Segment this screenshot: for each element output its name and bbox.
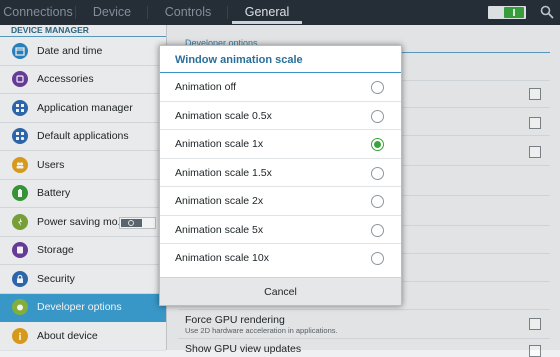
sidebar-item-label: Developer options xyxy=(37,301,122,314)
calendar-icon xyxy=(12,42,28,59)
sidebar-item-label: Storage xyxy=(37,244,74,257)
radio-unselected[interactable] xyxy=(371,81,384,94)
sidebar-item-label: Battery xyxy=(37,187,71,200)
animation-option[interactable]: Animation scale 0.5x xyxy=(160,102,401,130)
sidebar-item-label: Security xyxy=(37,272,75,285)
row-divider xyxy=(178,338,550,339)
accessories-icon xyxy=(12,71,28,88)
sidebar-item-label: About device xyxy=(37,329,98,342)
toggle-knob xyxy=(504,7,524,18)
sidebar-item-label: Power saving mo.. xyxy=(37,215,124,228)
sidebar-item-power-saving-mo[interactable]: Power saving mo.. xyxy=(0,208,166,237)
sidebar-item-users[interactable]: Users xyxy=(0,151,166,180)
option-label: Animation scale 10x xyxy=(175,252,269,264)
animation-option[interactable]: Animation scale 5x xyxy=(160,216,401,244)
animation-option[interactable]: Animation scale 10x xyxy=(160,244,401,273)
sidebar-item-storage[interactable]: Storage xyxy=(0,237,166,265)
sidebar-item-accessories[interactable]: Accessories xyxy=(0,66,166,94)
info-icon xyxy=(12,327,28,344)
sidebar-item-label: Date and time xyxy=(37,44,103,57)
toggle-knob xyxy=(121,219,142,227)
sidebar-item-label: Default applications xyxy=(37,130,129,143)
animation-option[interactable]: Animation off xyxy=(160,73,401,102)
option-label: Animation scale 5x xyxy=(175,223,264,236)
dialog-title: Window animation scale xyxy=(160,46,401,73)
tab-label: Controls xyxy=(164,5,212,19)
active-tab-indicator xyxy=(232,21,302,24)
tab-connections[interactable]: Connections xyxy=(0,0,76,25)
tab-label: General xyxy=(244,5,290,19)
option-checkbox[interactable] xyxy=(529,88,541,100)
show-gpu-updates-title: Show GPU view updates xyxy=(185,343,302,355)
sidebar-item-developer-options[interactable]: Developer options xyxy=(0,293,166,322)
tab-general[interactable]: General xyxy=(228,0,306,25)
force-gpu-title: Force GPU rendering xyxy=(185,314,285,326)
master-toggle[interactable] xyxy=(488,6,526,19)
top-tab-bar: Connections Device Controls General xyxy=(0,0,560,25)
sidebar-item-label: Application manager xyxy=(37,101,133,114)
option-label: Animation off xyxy=(175,81,237,93)
sidebar-header: DEVICE MANAGER xyxy=(0,25,166,37)
option-list: Animation off Animation scale 0.5x Animati… xyxy=(160,73,401,273)
radio-unselected[interactable] xyxy=(371,252,384,265)
tab-label: Connections xyxy=(3,5,73,19)
radio-unselected[interactable] xyxy=(371,109,384,123)
force-gpu-description: Use 2D hardware acceleration in applicat… xyxy=(185,326,338,335)
radio-unselected[interactable] xyxy=(371,195,384,208)
animation-option[interactable]: Animation scale 1.5x xyxy=(160,159,401,187)
sidebar: DEVICE MANAGER Date and time Accessories A… xyxy=(0,25,167,351)
show-gpu-updates-checkbox[interactable] xyxy=(529,345,541,357)
option-label: Animation scale 0.5x xyxy=(175,109,272,122)
battery-icon xyxy=(12,185,28,202)
tab-controls[interactable]: Controls xyxy=(148,0,228,25)
option-checkbox[interactable] xyxy=(529,117,541,129)
sidebar-item-security[interactable]: Security xyxy=(0,265,166,294)
cancel-button[interactable]: Cancel xyxy=(160,277,401,305)
sidebar-item-default-applications[interactable]: Default applications xyxy=(0,123,166,151)
radio-unselected[interactable] xyxy=(371,223,384,237)
tab-device[interactable]: Device xyxy=(76,0,148,25)
developer-icon xyxy=(12,299,28,316)
radio-unselected[interactable] xyxy=(371,166,384,180)
default-apps-icon xyxy=(12,128,28,145)
force-gpu-checkbox[interactable] xyxy=(529,318,541,330)
lock-icon xyxy=(12,270,28,287)
sidebar-list: Date and time Accessories Application mana… xyxy=(0,37,166,351)
row-divider xyxy=(178,309,550,310)
animation-scale-dialog: Window animation scale Animation off Anim… xyxy=(159,45,402,306)
tab-label: Device xyxy=(92,5,132,19)
sidebar-item-date-and-time[interactable]: Date and time xyxy=(0,37,166,66)
power-saving-toggle[interactable] xyxy=(119,217,156,229)
sidebar-item-application-manager[interactable]: Application manager xyxy=(0,94,166,123)
users-icon xyxy=(12,156,28,173)
option-checkbox[interactable] xyxy=(529,146,541,158)
option-label: Animation scale 1.5x xyxy=(175,166,272,179)
sidebar-item-label: Users xyxy=(37,158,65,171)
sidebar-item-about-device[interactable]: About device xyxy=(0,322,166,351)
radio-selected[interactable] xyxy=(371,138,384,151)
apps-grid-icon xyxy=(12,99,28,116)
storage-icon xyxy=(12,242,28,259)
search-icon[interactable] xyxy=(540,5,554,19)
animation-option[interactable]: Animation scale 1x xyxy=(160,130,401,159)
option-label: Animation scale 1x xyxy=(175,138,264,150)
power-saving-icon xyxy=(12,213,28,230)
sidebar-item-label: Accessories xyxy=(37,73,94,86)
animation-option[interactable]: Animation scale 2x xyxy=(160,187,401,216)
sidebar-item-battery[interactable]: Battery xyxy=(0,180,166,208)
option-label: Animation scale 2x xyxy=(175,195,264,207)
